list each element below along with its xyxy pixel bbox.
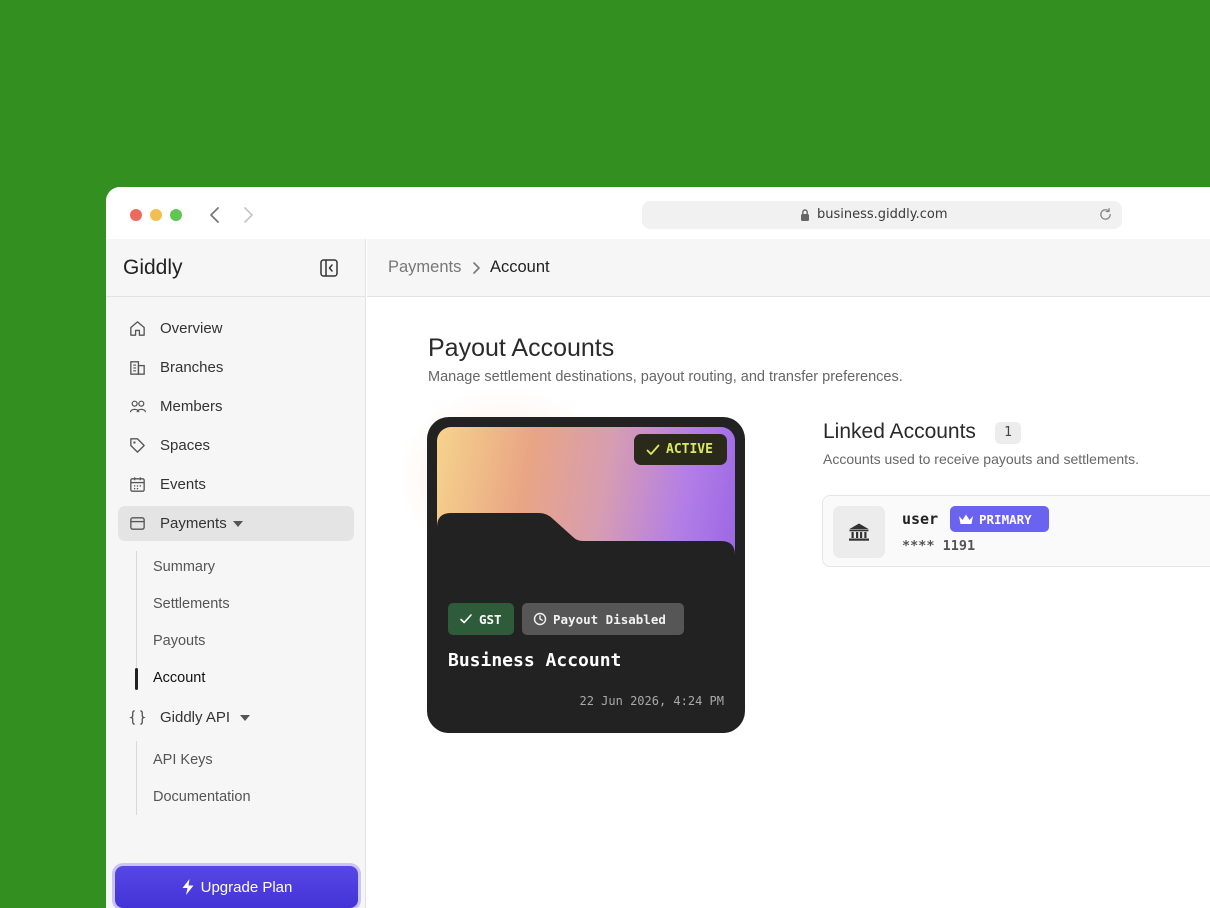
payout-account-card[interactable]: ACTIVE GST Payout Disabled Business Acco… [427, 417, 745, 733]
calendar-icon [130, 477, 145, 492]
check-icon [460, 614, 472, 624]
linked-account-name: user [902, 510, 939, 528]
address-bar[interactable]: business.giddly.com [642, 201, 1122, 229]
url-text: business.giddly.com [817, 207, 948, 222]
upgrade-plan-label: Upgrade Plan [200, 878, 293, 896]
sidebar-item-payments[interactable]: Payments [118, 506, 354, 541]
browser-window: business.giddly.com Giddly Overview Bran… [106, 187, 1210, 908]
forward-arrow-icon[interactable] [241, 205, 255, 225]
sidebar-item-label: Events [160, 476, 206, 493]
status-label: ACTIVE [666, 442, 713, 457]
sidebar-item-overview[interactable]: Overview [118, 311, 354, 346]
upgrade-plan-button[interactable]: Upgrade Plan [115, 866, 358, 908]
submenu-item-summary[interactable]: Summary [153, 559, 215, 575]
check-icon [646, 444, 660, 455]
linked-accounts-subtitle: Accounts used to receive payouts and set… [823, 451, 1139, 467]
submenu-item-account[interactable]: Account [153, 670, 205, 686]
submenu-item-settlements[interactable]: Settlements [153, 596, 230, 612]
bank-icon [849, 523, 869, 541]
browser-chrome: business.giddly.com [106, 187, 1210, 239]
users-icon [129, 400, 147, 413]
tag-icon [130, 438, 145, 453]
chevron-down-icon[interactable] [233, 521, 243, 527]
account-date: 22 Jun 2026, 4:24 PM [579, 694, 725, 708]
sidebar-item-label: Giddly API [160, 709, 231, 726]
sidebar: Giddly Overview Branches Members Spaces … [106, 239, 366, 908]
chevron-right-icon [473, 262, 480, 274]
sidebar-item-spaces[interactable]: Spaces [118, 428, 354, 463]
submenu-line [136, 741, 137, 815]
account-name: Business Account [448, 650, 622, 671]
wallet-icon [130, 517, 145, 530]
sidebar-item-label: Branches [160, 359, 224, 376]
payout-status-label: Payout Disabled [553, 611, 666, 627]
breadcrumb-parent[interactable]: Payments [388, 258, 461, 277]
maximize-window-button[interactable] [170, 209, 182, 221]
sidebar-divider [106, 296, 366, 297]
payout-status-badge: Payout Disabled [522, 603, 684, 635]
page-title: Payout Accounts [428, 334, 615, 362]
back-arrow-icon[interactable] [208, 205, 222, 225]
sidebar-item-giddly-api[interactable]: Giddly API [118, 700, 354, 735]
breadcrumb: Payments Account [367, 239, 1210, 297]
bank-avatar [833, 506, 885, 558]
breadcrumb-current: Account [490, 258, 550, 276]
clock-icon [533, 612, 547, 626]
close-window-button[interactable] [130, 209, 142, 221]
sidebar-item-label: Members [160, 398, 223, 415]
sidebar-item-members[interactable]: Members [118, 389, 354, 424]
page-subtitle: Manage settlement destinations, payout r… [428, 369, 903, 385]
gst-label: GST [479, 611, 502, 627]
submenu-active-marker [135, 668, 138, 690]
sidebar-item-events[interactable]: Events [118, 467, 354, 502]
linked-account-number: **** 1191 [902, 538, 976, 554]
building-icon [130, 361, 145, 375]
list-item[interactable]: user PRIMARY **** 1191 [822, 495, 1210, 567]
submenu-item-documentation[interactable]: Documentation [153, 789, 251, 805]
linked-accounts-count: 1 [995, 422, 1021, 444]
sidebar-toggle-icon[interactable] [319, 258, 339, 278]
brand-logo[interactable]: Giddly [123, 256, 183, 280]
home-icon [130, 321, 145, 336]
submenu-item-payouts[interactable]: Payouts [153, 633, 205, 649]
primary-label: PRIMARY [979, 511, 1032, 527]
lightning-icon [182, 879, 194, 895]
primary-badge: PRIMARY [950, 506, 1049, 532]
gst-badge: GST [448, 603, 514, 635]
minimize-window-button[interactable] [150, 209, 162, 221]
sidebar-item-label: Overview [160, 320, 223, 337]
linked-accounts-title: Linked Accounts [823, 420, 976, 443]
sidebar-item-branches[interactable]: Branches [118, 350, 354, 385]
sidebar-item-label: Spaces [160, 437, 211, 454]
chevron-down-icon[interactable] [240, 715, 250, 721]
submenu-item-api-keys[interactable]: API Keys [153, 752, 213, 768]
crown-icon [959, 514, 973, 524]
sidebar-item-label: Payments [160, 515, 227, 532]
status-badge: ACTIVE [634, 434, 727, 465]
reload-icon[interactable] [1098, 207, 1113, 222]
lock-icon [801, 209, 809, 221]
braces-icon [129, 710, 146, 725]
